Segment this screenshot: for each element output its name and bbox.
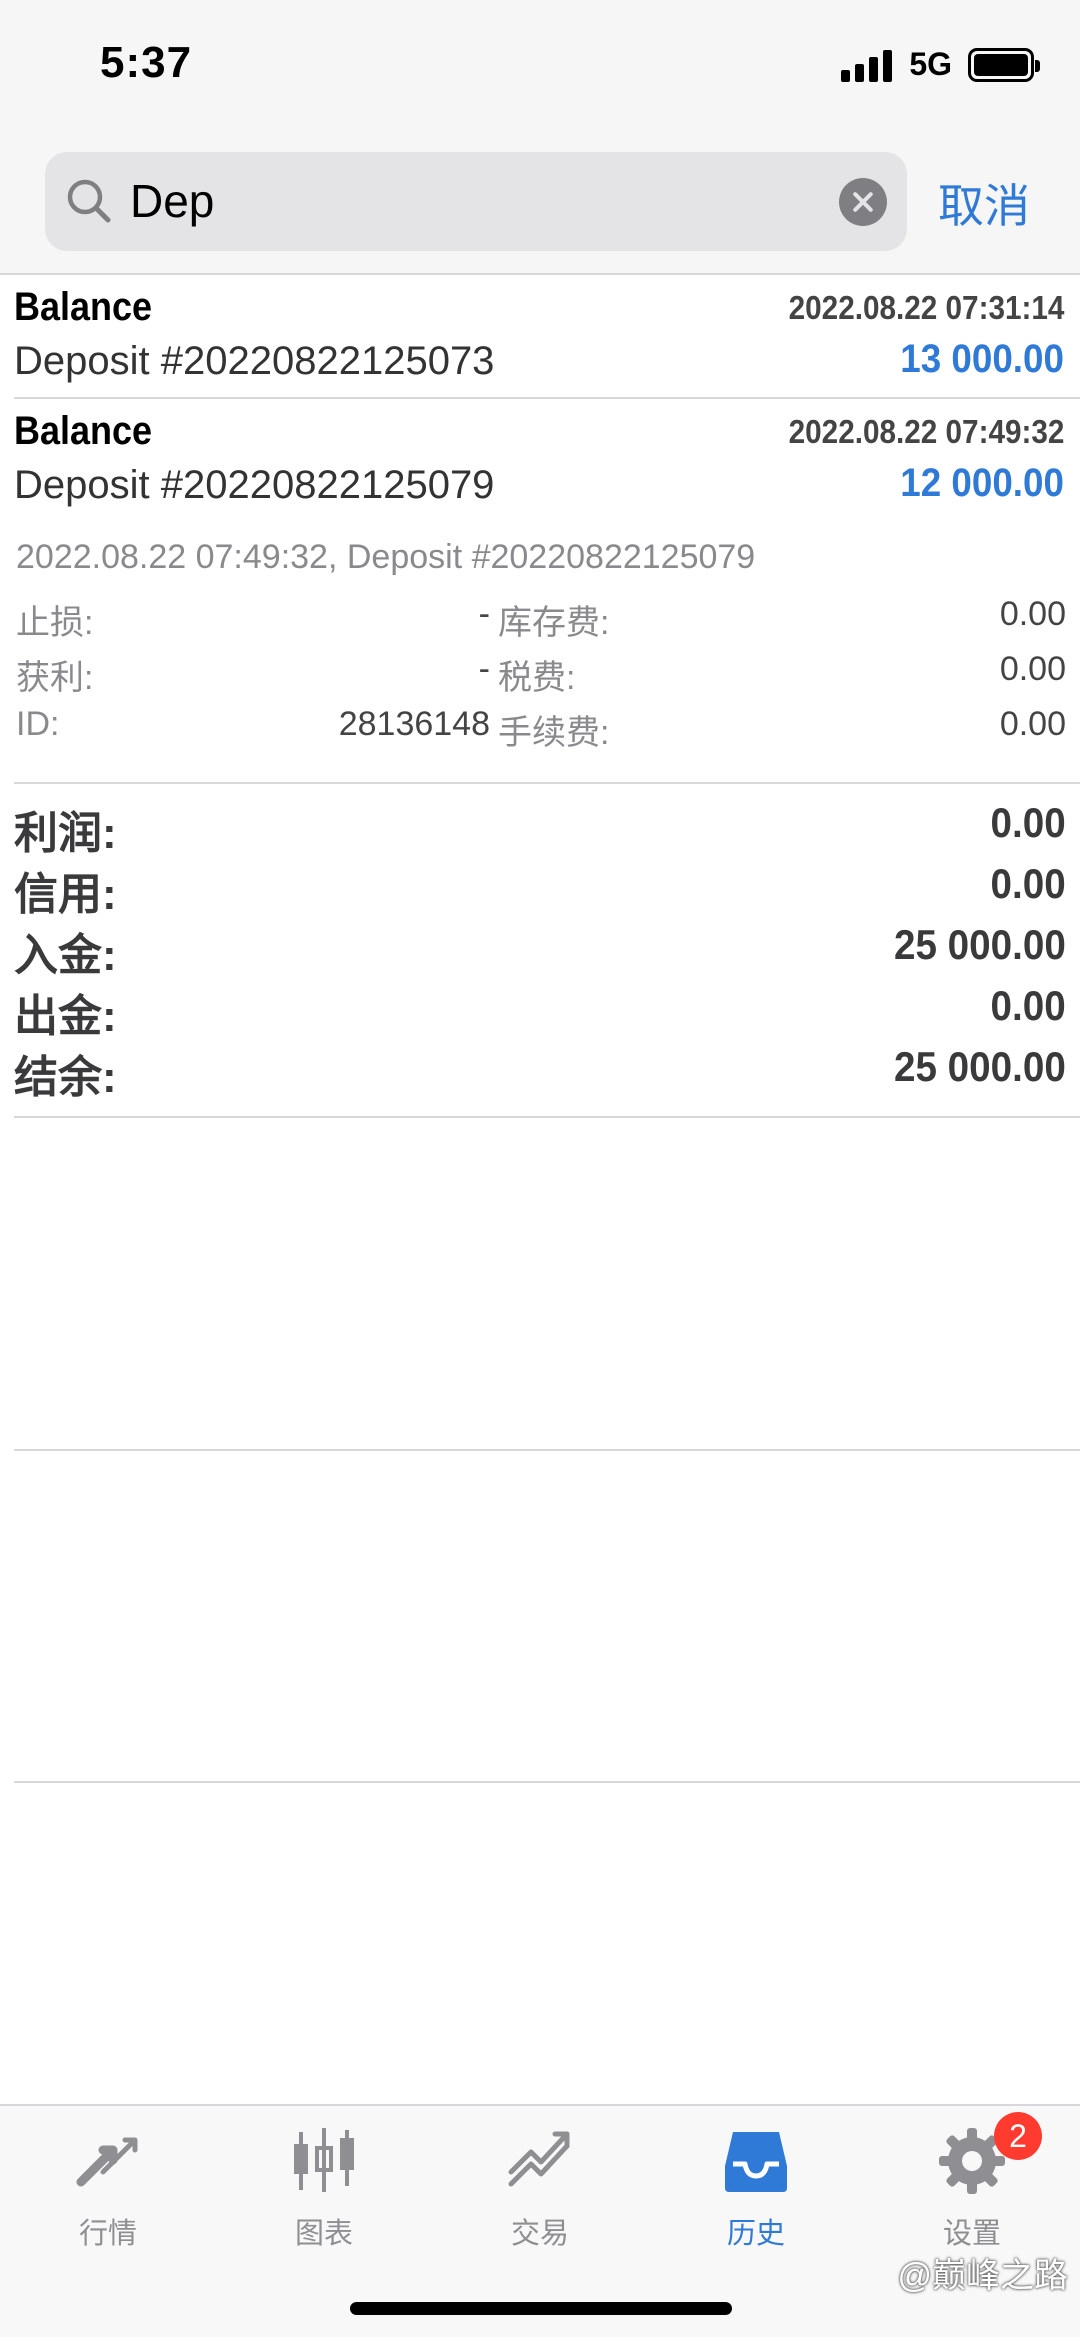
divider (14, 782, 1080, 784)
history-inbox-icon (725, 2132, 787, 2192)
summary-row-profit: 利润: 0.00 (14, 797, 1066, 858)
battery-icon (968, 47, 1040, 82)
summary-value: 0.00 (990, 982, 1066, 1029)
summary-value: 25 000.00 (894, 1043, 1066, 1090)
header: 5:37 5G Dep 取消 (0, 0, 1080, 273)
summary-label: 入金: (14, 931, 117, 980)
divider (14, 1116, 1080, 1118)
summary-row-withdrawal: 出金: 0.00 (14, 980, 1066, 1041)
take-profit-value: - (478, 650, 490, 688)
summary-label: 利润: (14, 809, 117, 858)
deal-type: Balance (14, 409, 153, 453)
tab-label: 设置 (942, 2218, 1001, 2250)
commission-value: 0.00 (999, 705, 1066, 743)
tax-value: 0.00 (999, 650, 1066, 688)
tab-label: 图表 (294, 2218, 353, 2250)
tab-label: 行情 (78, 2218, 137, 2250)
cancel-button[interactable]: 取消 (938, 170, 1030, 236)
stop-loss-label: 止损: (16, 604, 94, 642)
tab-label: 交易 (510, 2218, 569, 2250)
deal-comment: Deposit #20220822125079 (14, 463, 495, 507)
watermark: @巅峰之路 (897, 2257, 1068, 2295)
divider (14, 1449, 1080, 1451)
tab-history[interactable]: 历史 (686, 2126, 826, 2266)
id-value: 28136148 (338, 705, 490, 743)
detail-row: ID: 28136148 手续费: 0.00 (16, 705, 1066, 760)
summary-panel: 利润: 0.00 信用: 0.00 入金: 25 000.00 出金: 0.00… (14, 797, 1066, 1102)
swap-label: 库存费: (498, 604, 610, 642)
summary-label: 信用: (14, 870, 117, 919)
status-indicators: 5G (841, 46, 1040, 83)
clear-search-icon[interactable] (839, 178, 887, 226)
tab-label: 历史 (726, 2218, 785, 2250)
take-profit-label: 获利: (16, 659, 94, 697)
detail-row: 获利: - 税费: 0.00 (16, 650, 1066, 705)
commission-label: 手续费: (498, 714, 610, 752)
summary-row-credit: 信用: 0.00 (14, 858, 1066, 919)
network-type: 5G (909, 46, 952, 82)
summary-row-deposit: 入金: 25 000.00 (14, 919, 1066, 980)
summary-label: 出金: (14, 992, 117, 1041)
tab-trade[interactable]: 交易 (470, 2126, 610, 2266)
deal-time: 2022.08.22 07:31:14 (788, 289, 1064, 326)
summary-value: 0.00 (990, 799, 1066, 846)
deal-detail-grid: 止损: - 库存费: 0.00 获利: - 税费: 0.00 ID: 28136… (16, 595, 1066, 760)
tab-quotes[interactable]: 行情 (38, 2126, 178, 2266)
search-input[interactable]: Dep (45, 152, 907, 251)
detail-row: 止损: - 库存费: 0.00 (16, 595, 1066, 650)
summary-row-balance: 结余: 25 000.00 (14, 1041, 1066, 1102)
tax-label: 税费: (498, 659, 576, 697)
summary-label: 结余: (14, 1053, 117, 1102)
deal-time: 2022.08.22 07:49:32 (788, 413, 1064, 450)
status-time: 5:37 (100, 38, 193, 87)
home-indicator[interactable] (350, 2302, 732, 2315)
deal-amount: 12 000.00 (900, 461, 1064, 505)
quotes-arrows-icon (76, 2137, 138, 2187)
divider (14, 1781, 1080, 1783)
notification-badge: 2 (994, 2112, 1042, 2160)
candlestick-chart-icon (294, 2128, 354, 2192)
deal-detail-header: 2022.08.22 07:49:32, Deposit #2022082212… (16, 538, 756, 576)
search-icon (67, 179, 111, 223)
signal-icon (841, 48, 897, 82)
search-query[interactable]: Dep (130, 174, 214, 228)
summary-value: 25 000.00 (894, 921, 1066, 968)
summary-value: 0.00 (990, 860, 1066, 907)
id-label: ID: (16, 705, 60, 743)
deal-amount: 13 000.00 (900, 337, 1064, 381)
deal-type: Balance (14, 285, 153, 329)
deal-row[interactable]: Balance 2022.08.22 07:31:14 Deposit #202… (0, 275, 1080, 397)
swap-value: 0.00 (999, 595, 1066, 633)
stop-loss-value: - (478, 595, 490, 633)
tab-charts[interactable]: 图表 (254, 2126, 394, 2266)
deal-comment: Deposit #20220822125073 (14, 339, 495, 383)
trade-trend-icon (508, 2131, 570, 2187)
